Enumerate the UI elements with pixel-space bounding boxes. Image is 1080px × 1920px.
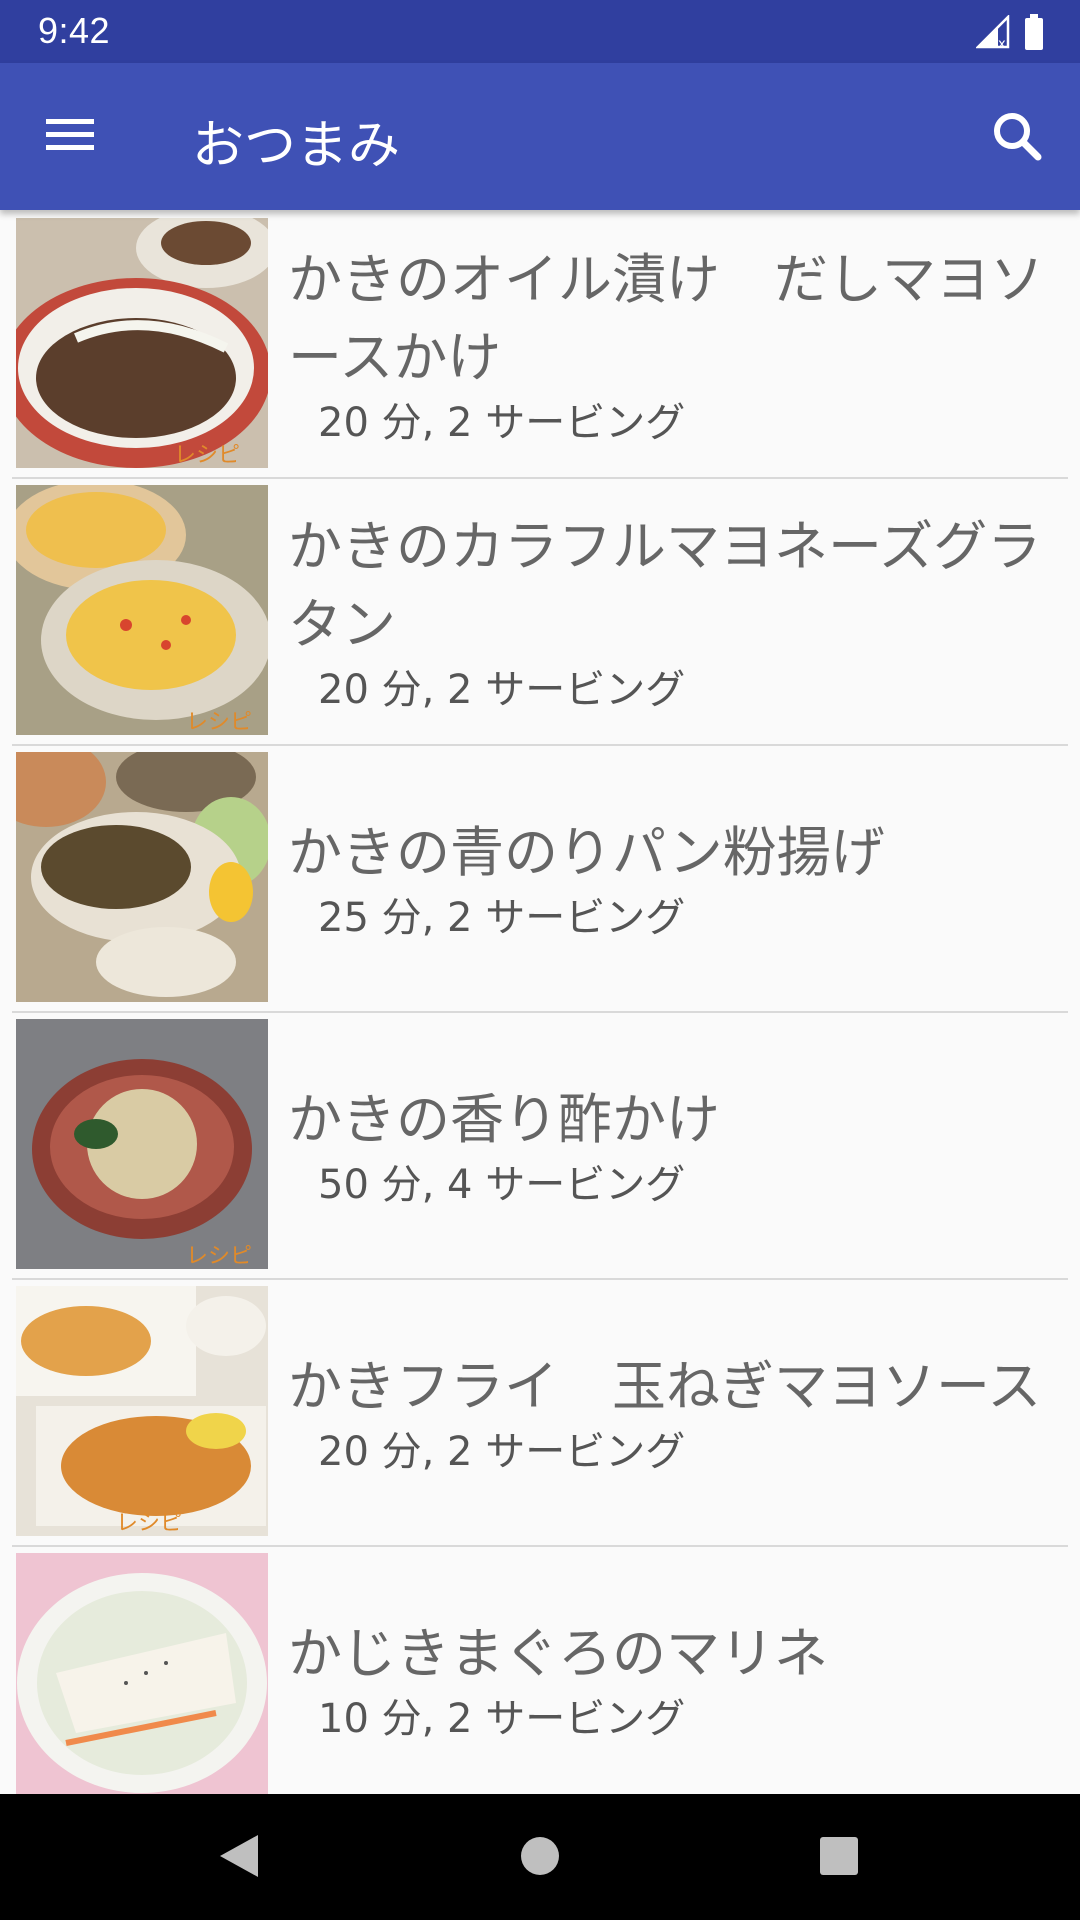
recipe-meta: 20 分, 2 サービング <box>318 399 686 446</box>
list-item[interactable]: レシピ かきのカラフルマヨネーズグラタン 20 分, 2 サービング <box>12 479 1068 746</box>
list-item[interactable]: レシピ かきフライ 玉ねぎマヨソース 20 分, 2 サービング <box>12 1280 1068 1547</box>
menu-icon <box>46 119 94 124</box>
search-button[interactable] <box>986 105 1050 169</box>
home-icon[interactable] <box>520 1831 560 1881</box>
search-icon <box>994 113 1042 161</box>
recipe-thumbnail: レシピ <box>16 1286 268 1536</box>
recipe-thumbnail <box>16 752 268 1002</box>
svg-text:レシピ: レシピ <box>174 443 240 468</box>
recipe-thumbnail: レシピ <box>16 218 268 468</box>
recipe-thumbnail: レシピ <box>16 485 268 735</box>
recipe-meta: 50 分, 4 サービング <box>318 1161 686 1208</box>
status-bar: 9:42 x <box>0 0 1080 63</box>
recipe-meta: 25 分, 2 サービング <box>318 894 686 941</box>
app-bar: おつまみ <box>0 63 1080 210</box>
status-time: 9:42 <box>38 10 111 51</box>
battery-icon <box>1025 14 1043 50</box>
recipe-meta: 20 分, 2 サービング <box>318 666 686 713</box>
recipe-title: かきのカラフルマヨネーズグラタン <box>288 514 1042 656</box>
status-icons: x <box>976 12 1044 52</box>
list-item[interactable]: レシピ かきのオイル漬け だしマヨソースかけ 20 分, 2 サービング <box>12 212 1068 479</box>
recipe-title: かきのオイル漬け だしマヨソースかけ <box>288 247 1044 389</box>
list-item[interactable]: かきの青のりパン粉揚げ 25 分, 2 サービング <box>12 746 1068 1013</box>
recents-icon[interactable] <box>818 1831 860 1881</box>
back-icon[interactable] <box>216 1831 262 1881</box>
list-item[interactable]: かじきまぐろのマリネ 10 分, 2 サービング <box>12 1547 1068 1794</box>
recipe-meta: 20 分, 2 サービング <box>318 1428 686 1475</box>
svg-text:レシピ: レシピ <box>186 710 252 735</box>
recipe-title: かきの香り酢かけ <box>288 1087 720 1151</box>
menu-button[interactable] <box>40 111 100 161</box>
recipe-list: レシピ かきのオイル漬け だしマヨソースかけ 20 分, 2 サービング レシピ… <box>0 212 1080 1794</box>
recipe-meta: 10 分, 2 サービング <box>318 1695 686 1742</box>
svg-text:x: x <box>998 37 1006 49</box>
svg-text:レシピ: レシピ <box>116 1511 182 1536</box>
signal-icon: x <box>976 15 1010 49</box>
svg-text:レシピ: レシピ <box>186 1244 252 1269</box>
system-nav-bar <box>0 1794 1080 1920</box>
recipe-thumbnail <box>16 1553 268 1794</box>
recipe-title: かきの青のりパン粉揚げ <box>288 820 885 884</box>
recipe-title: かじきまぐろのマリネ <box>288 1621 828 1685</box>
recipe-thumbnail: レシピ <box>16 1019 268 1269</box>
page-title: おつまみ <box>192 116 401 176</box>
recipe-title: かきフライ 玉ねぎマヨソース <box>288 1354 1042 1418</box>
list-item[interactable]: レシピ かきの香り酢かけ 50 分, 4 サービング <box>12 1013 1068 1280</box>
